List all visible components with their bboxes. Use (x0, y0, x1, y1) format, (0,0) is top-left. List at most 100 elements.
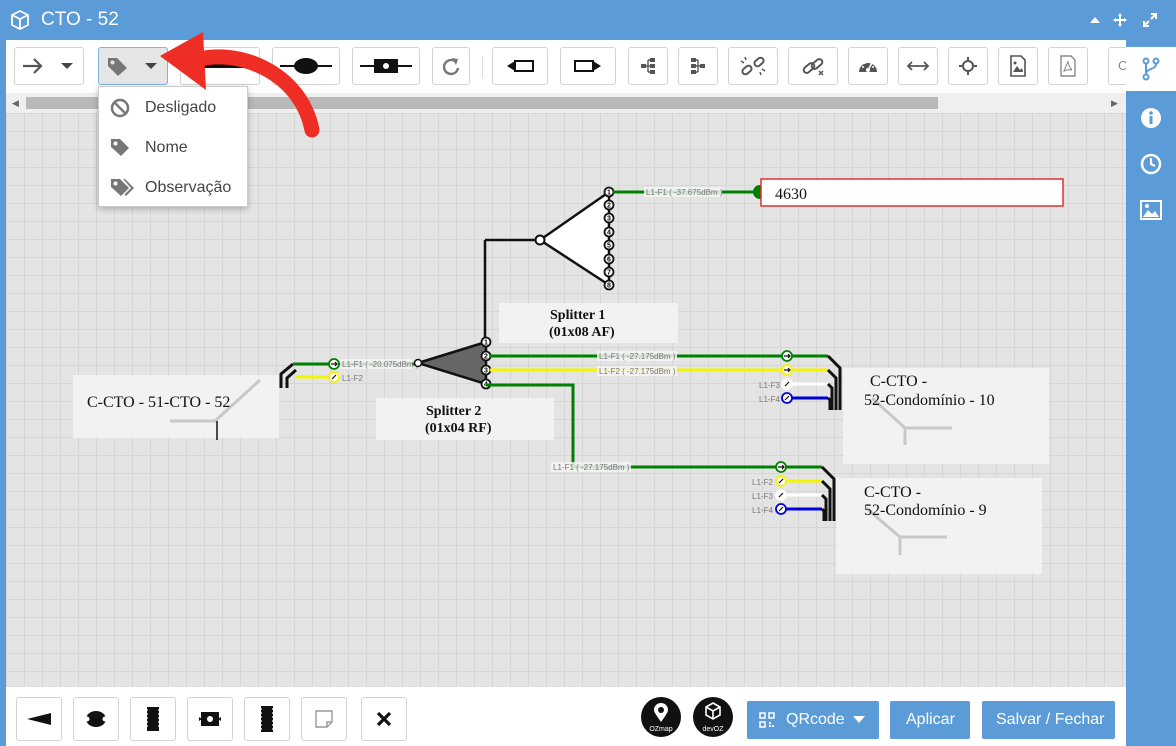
title-bar: CTO - 52 (0, 0, 1176, 40)
splitter-2-label: Splitter 2 (426, 404, 481, 419)
clock-icon[interactable] (1139, 152, 1163, 176)
fusion-shape-icon (84, 711, 108, 727)
splitter-2-port-label: 1 (484, 340, 488, 347)
splitter-2[interactable]: 1234 (413, 336, 492, 390)
cable-10-fiber-2: L1-F2 ( -27.175dBm ) (599, 367, 676, 376)
redo-icon (442, 58, 460, 76)
sidebar-item-fork[interactable] (1126, 47, 1176, 91)
fork-icon (1142, 57, 1160, 81)
menu-item-label: Nome (145, 139, 188, 156)
gauge-button[interactable] (848, 47, 888, 85)
add-splitter-button[interactable] (16, 697, 62, 741)
qrcode-button[interactable]: QRcode (747, 701, 879, 739)
devoz-logo[interactable]: devOZ (693, 697, 733, 737)
close-tool-button[interactable] (361, 697, 407, 741)
redo-button[interactable] (432, 47, 470, 85)
connector-icon (360, 59, 412, 73)
splitter-left-button[interactable] (492, 47, 548, 85)
menu-item-observacao[interactable]: Observação (99, 168, 247, 208)
unlink-button[interactable] (728, 47, 778, 85)
cable-10-fiber-3: L1-F3 (759, 381, 780, 390)
cable-in-name: C-CTO - 51-CTO - 52 (87, 394, 230, 411)
dio-icon (146, 707, 160, 731)
tag-icon (111, 139, 129, 156)
menu-item-label: Desligado (145, 99, 217, 116)
tree-right-button[interactable] (678, 47, 718, 85)
info-icon[interactable] (1139, 106, 1163, 130)
add-dio-button[interactable] (130, 697, 176, 741)
apply-label: Aplicar (906, 711, 955, 728)
window-title: CTO - 52 (41, 9, 119, 30)
client-fiber-label: L1-F1 ( -37.675dBm ) (646, 188, 723, 197)
connector-shape-icon (199, 712, 221, 726)
scroll-right-icon[interactable]: ▶ (1111, 98, 1118, 109)
add-fusion-button[interactable] (73, 697, 119, 741)
pdf-file-icon (1060, 55, 1076, 77)
add-note-button[interactable] (301, 697, 347, 741)
scroll-left-icon[interactable]: ◀ (12, 98, 19, 109)
add-connector-button[interactable] (187, 697, 233, 741)
save-close-label: Salvar / Fechar (996, 711, 1105, 728)
image-file-button[interactable] (998, 47, 1038, 85)
splitter-1-port-label: 3 (607, 216, 611, 223)
splitter-1-port-label: 8 (607, 283, 611, 290)
fusion-button[interactable] (272, 47, 340, 85)
add-terminal-button[interactable] (244, 697, 290, 741)
splitter-2-port-label: 2 (484, 354, 488, 361)
move-icon[interactable] (1112, 12, 1128, 28)
client-name: 4630 (775, 186, 807, 203)
cable-10-name-1: C-CTO - (870, 373, 927, 390)
fusion-icon (280, 58, 332, 74)
splitter-shape-icon (27, 713, 51, 725)
expand-icon[interactable] (1142, 12, 1158, 28)
splitter-1-port-label: 6 (607, 257, 611, 264)
pdf-file-button[interactable] (1048, 47, 1088, 85)
arrow-right-dropdown-icon (23, 58, 73, 74)
link-button[interactable] (788, 47, 838, 85)
right-sidebar (1126, 40, 1176, 746)
cable-9-fiber-1: L1-F1 ( -27.175dBm ) (553, 463, 630, 472)
tree-right-icon (691, 58, 705, 74)
caret-up-icon[interactable] (1087, 12, 1103, 28)
resize-horizontal-button[interactable] (898, 47, 938, 85)
splitter-1-label: Splitter 1 (550, 308, 605, 323)
splitter-right-button[interactable] (560, 47, 616, 85)
tags-icon (111, 179, 134, 196)
cable-in-fiber-2: L1-F2 (342, 374, 363, 383)
splitter-2-type: (01x04 RF) (425, 421, 492, 436)
cable-icon (189, 64, 251, 68)
splitter-1-port-label: 2 (607, 203, 611, 210)
ban-icon (110, 98, 130, 118)
splitter-1-port-label: 4 (607, 230, 611, 237)
menu-item-nome[interactable]: Nome (99, 128, 247, 168)
cable-10-name-2: 52-Condomínio - 10 (864, 392, 995, 409)
splitter-2-port-label: 3 (484, 368, 488, 375)
note-icon (315, 710, 333, 728)
image-icon[interactable] (1139, 198, 1163, 222)
bottom-bar: OZmap devOZ QRcode Aplicar Salvar / Fech… (6, 686, 1126, 746)
search-input[interactable]: C (1108, 47, 1127, 85)
terminal-icon (260, 706, 274, 732)
tag-dropdown-icon (108, 58, 157, 76)
resize-horizontal-icon (907, 61, 929, 71)
cable-9-name-1: C-CTO - (864, 484, 921, 501)
menu-item-label: Observação (145, 179, 232, 196)
ozmap-logo[interactable]: OZmap (641, 697, 681, 737)
cable-9-fiber-3: L1-F3 (752, 492, 773, 501)
cable-9-fiber-2: L1-F2 (752, 478, 773, 487)
cable-9-name-2: 52-Condomínio - 9 (864, 502, 987, 519)
arrow-right-dropdown-button[interactable] (14, 47, 84, 85)
qrcode-label: QRcode (786, 711, 845, 728)
label-dropdown-button[interactable] (98, 47, 168, 85)
center-button[interactable] (948, 47, 988, 85)
connector-button[interactable] (352, 47, 420, 85)
caret-down-icon (853, 716, 865, 723)
unlink-icon (740, 56, 766, 76)
menu-item-desligado[interactable]: Desligado (99, 88, 247, 128)
tree-left-button[interactable] (628, 47, 668, 85)
devoz-logo-text: devOZ (702, 726, 724, 733)
cable-button[interactable] (180, 47, 260, 85)
cable-9-fiber-4: L1-F4 (752, 506, 773, 515)
save-close-button[interactable]: Salvar / Fechar (982, 701, 1115, 739)
apply-button[interactable]: Aplicar (890, 701, 970, 739)
